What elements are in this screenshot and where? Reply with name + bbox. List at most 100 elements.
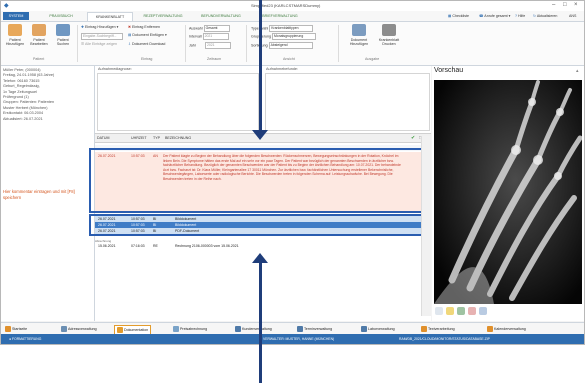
krankenblatt-drucken-button[interactable]: Krankenblatt Drucken — [375, 22, 403, 56]
record-area: Aufnahmediagnose: Aufnahmebefunde: DATUM… — [89, 66, 431, 321]
annotation-arrow-top-line — [259, 0, 262, 131]
nav-textverarbeitung[interactable]: Textverarbeitung — [421, 325, 455, 333]
separator — [185, 25, 186, 62]
home-icon — [5, 326, 11, 333]
group-label-eintrag: Eintrag — [141, 57, 153, 61]
auswahl-select[interactable]: Gesamt — [203, 25, 230, 32]
preview-title: Vorschau — [434, 67, 464, 74]
application-window: ◆ Simplified23 (KARLCSTMARSDummy) – □ × … — [0, 0, 585, 345]
customer-icon — [235, 326, 241, 333]
dokument-einfuegen-button[interactable]: ▤ Dokument Einfügen ▾ — [128, 33, 167, 37]
separator — [77, 25, 78, 62]
annotation-arrow-top-head — [252, 130, 268, 140]
status-path: RAM/DB_2021/CLOUD/MONITOR/STATUS/DATABAS… — [399, 337, 490, 341]
magnifier-icon[interactable] — [435, 307, 443, 315]
lab-icon — [361, 326, 367, 333]
printer-icon — [382, 24, 396, 36]
nav-adressverwaltung[interactable]: Adressverwaltung — [61, 325, 97, 333]
table-scrollbar[interactable] — [421, 136, 431, 316]
entry-search-input[interactable]: Eingabe-Suchbegriff... — [81, 33, 123, 40]
typenwahl-select[interactable]: Krankenblatttypen — [269, 25, 314, 32]
info-icon: ● — [9, 337, 12, 341]
patient-edit-button[interactable]: Patient Bearbeiten — [28, 22, 50, 56]
aktualisieren-button[interactable]: ↻ Aktualisieren — [533, 12, 557, 20]
column-bezeichnung[interactable]: BEZEICHNUNG — [165, 134, 191, 142]
tool-icon[interactable] — [457, 307, 465, 315]
tab-rezeptverwaltung[interactable]: REZEPTVERWALTUNG — [137, 12, 189, 20]
window-icon[interactable] — [479, 307, 487, 315]
nav-startseite[interactable]: Startseite — [5, 325, 27, 333]
nav-laborverwaltung[interactable]: Laborverwaltung — [361, 325, 395, 333]
refresh-icon: ↻ — [533, 14, 537, 18]
column-datum[interactable]: DATUM — [97, 134, 110, 142]
aufnahmediagnose-field[interactable] — [97, 73, 259, 131]
gruppierung-select[interactable]: Monatsgruppierung — [271, 33, 316, 40]
nav-terminverwaltung[interactable]: Terminverwaltung — [297, 325, 332, 333]
add-icon: ✚ — [81, 25, 85, 29]
pin-icon[interactable]: ▴ — [576, 68, 579, 74]
zoom-icon[interactable] — [446, 307, 454, 315]
schedule-icon — [487, 326, 493, 333]
group-label-ausgabe: Ausgabe — [365, 57, 380, 61]
patient-search-button[interactable]: Patient Suchen — [52, 22, 74, 56]
more-button[interactable]: ANS — [569, 12, 576, 20]
calendar-icon — [297, 326, 303, 333]
phone-icon: ☎ — [479, 14, 484, 18]
intervall-select[interactable]: 2021 — [202, 33, 229, 40]
delete-icon: ✖ — [128, 25, 132, 29]
text-icon — [421, 326, 427, 333]
title-bar: ◆ Simplified23 (KARLCSTMARSDummy) – □ × — [1, 1, 584, 11]
check-icon[interactable]: ✔ — [411, 134, 415, 142]
separator — [338, 25, 339, 62]
tab-system[interactable]: SYSTEM — [3, 12, 29, 20]
address-icon — [61, 326, 67, 333]
maximize-button[interactable]: □ — [563, 2, 567, 8]
document-icon: ▤ — [128, 33, 132, 37]
aufnahmediagnose-label: Aufnahmediagnose: — [98, 67, 132, 71]
eintrag-hinzufuegen-button[interactable]: ✚ Eintrag Hinzufügen ▾ — [81, 25, 118, 29]
anrufe-dropdown[interactable]: ☎ Anrufe gesamt ▾ — [479, 12, 510, 20]
nav-kundenverwaltung[interactable]: Kundenverwaltung — [235, 325, 272, 333]
dokument-hinzufuegen-button[interactable]: Dokument Hinzufügen — [345, 22, 373, 56]
list-icon: ☰ — [81, 42, 85, 46]
eintrag-entfernen-button[interactable]: ✖ Eintrag Entfernen — [128, 25, 160, 29]
auswahl-row: Auswahl Gesamt — [189, 25, 230, 32]
group-label-zeitraum: Zeitraum — [207, 57, 222, 61]
aufnahmebefunde-label: Aufnahmebefunde: — [266, 67, 299, 71]
sortierung-select[interactable]: Absteigend — [268, 42, 313, 49]
main-tab-bar: SYSTEM PRAXISBUCH KRANKENBLATT REZEPTVER… — [1, 11, 584, 22]
nav-kalenderverwaltung[interactable]: Kalenderverwaltung — [487, 325, 526, 333]
checkliste-button[interactable]: ▦ Checkliste — [448, 12, 469, 20]
rotate-icon[interactable] — [468, 307, 476, 315]
hilfe-button[interactable]: ? Hilfe — [515, 12, 525, 20]
patient-panel: Müller Peter, (000004) Freitag, 24.01.19… — [1, 66, 95, 321]
user-add-icon — [8, 24, 22, 36]
tab-praxisbuch[interactable]: PRAXISBUCH — [39, 12, 83, 20]
minimize-button[interactable]: – — [552, 2, 555, 8]
column-typ[interactable]: TYP — [153, 134, 160, 142]
patient-comment-field[interactable]: Hier kommentar eintragen und mit [F8] sp… — [3, 189, 91, 200]
aufnahmebefunde-field[interactable] — [265, 73, 430, 131]
user-edit-icon — [32, 24, 46, 36]
column-uhrzeit[interactable]: UHRZEIT — [131, 134, 147, 142]
highlight-box-anamnese — [89, 148, 424, 213]
group-label-ansicht: Ansicht — [283, 57, 295, 61]
show-all-entries-button[interactable]: ☰ Alle Einträge zeigen — [81, 42, 117, 46]
nav-preisabrechnung[interactable]: Preisabrechnung — [173, 325, 207, 333]
status-user: VERWALTER: MUSTER, HANNE (MÜNCHEN) — [263, 337, 335, 341]
separator — [246, 25, 247, 62]
status-bar: ● FORMATTIERUNG VERWALTER: MUSTER, HANNE… — [1, 334, 584, 344]
dokument-download-button[interactable]: ⇩ Dokument Download — [128, 42, 165, 46]
tab-befundverwaltung[interactable]: BEFUNDVERWALTUNG — [193, 12, 249, 20]
tab-krankenblatt[interactable]: KRANKENBLATT — [87, 12, 133, 21]
help-icon: ? — [515, 14, 517, 18]
patient-info: Müller Peter, (000004) Freitag, 24.01.19… — [3, 68, 55, 121]
table-row[interactable]: 15.06.2021 07:16:03 RE Rechnung 2106-000… — [95, 243, 431, 249]
xray-image — [434, 80, 582, 304]
jahr-select[interactable]: 2021 — [205, 42, 231, 49]
highlight-box-documents — [89, 214, 424, 236]
billing-icon — [173, 326, 179, 333]
close-button[interactable]: × — [574, 2, 578, 8]
annotation-arrow-bottom-line — [259, 262, 262, 383]
patient-add-button[interactable]: Patient Hinzufügen — [4, 22, 26, 56]
